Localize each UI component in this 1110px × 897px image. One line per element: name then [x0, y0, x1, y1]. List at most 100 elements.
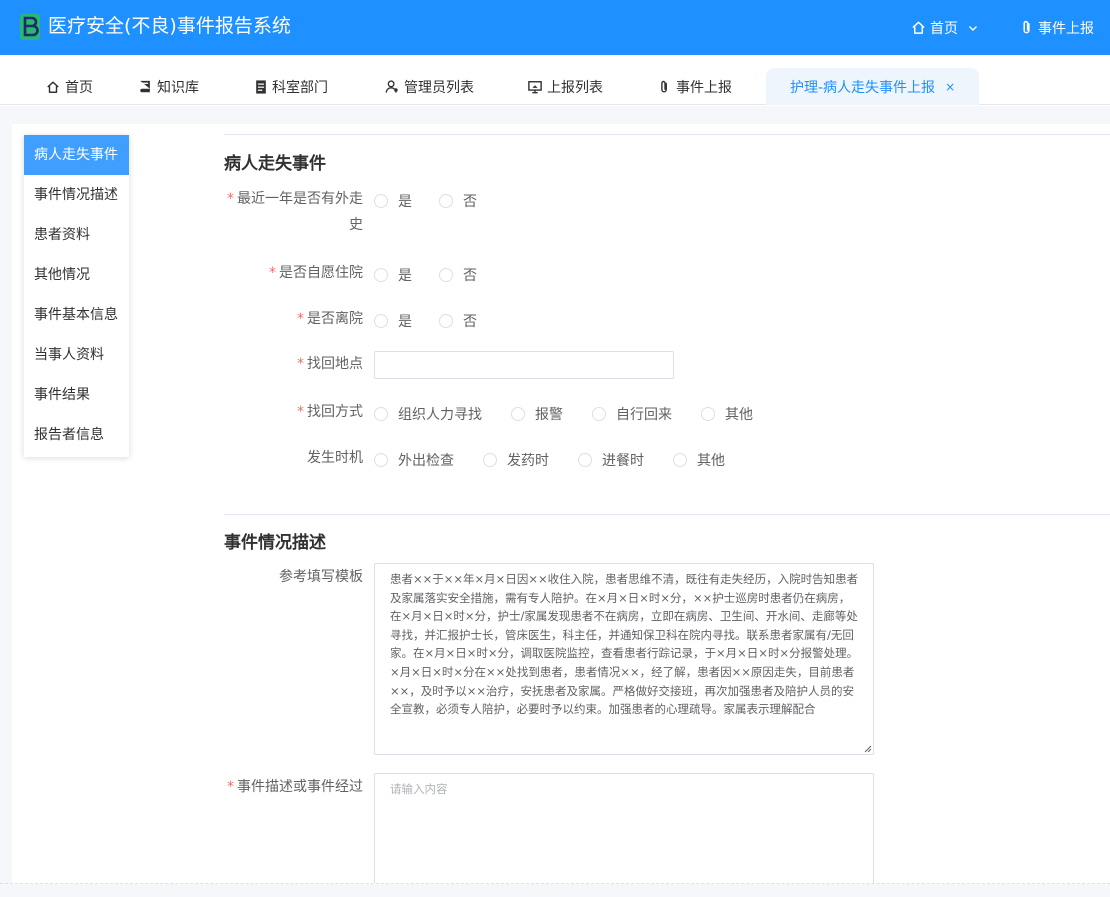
- tab-admin-list[interactable]: 管理员列表: [385, 68, 474, 105]
- radio-label: 外出检查: [398, 453, 454, 469]
- radio-circle[interactable]: [374, 268, 388, 282]
- radio-circle[interactable]: [483, 453, 497, 467]
- form-label-event-description: * 事件描述或事件经过: [227, 774, 363, 800]
- event-description-textarea[interactable]: [374, 773, 874, 883]
- paperclip-icon: [1023, 20, 1030, 34]
- radio-label: 其他: [725, 407, 753, 423]
- document-icon: [256, 79, 266, 94]
- radio-timing-meal[interactable]: 进餐时: [578, 450, 644, 470]
- form-label-voluntary-admission: * 是否自愿住院: [269, 260, 363, 286]
- anchor-item-other-situation[interactable]: 其他情况: [24, 255, 129, 295]
- radio-label: 组织人力寻找: [398, 407, 482, 423]
- section-divider: [224, 134, 1110, 135]
- tab-knowledge-base-label: 知识库: [157, 79, 199, 96]
- section-title-missing-patient: 病人走失事件: [224, 154, 326, 174]
- radio-circle[interactable]: [439, 268, 453, 282]
- top-nav-home[interactable]: 首页: [911, 18, 978, 38]
- tab-report-list[interactable]: 上报列表: [528, 68, 603, 105]
- radio-recovery-police[interactable]: 报警: [511, 404, 563, 424]
- radio-left-no[interactable]: 否: [439, 311, 477, 331]
- radio-recovery-search[interactable]: 组织人力寻找: [374, 404, 482, 424]
- tab-knowledge-base[interactable]: 知识库: [139, 68, 199, 105]
- form-panel: [12, 124, 1110, 884]
- radio-left-yes[interactable]: 是: [374, 311, 412, 331]
- radio-group-left-hospital: 是 否: [374, 311, 477, 331]
- anchor-item-reporter-info[interactable]: 报告者信息: [24, 415, 129, 455]
- required-mark: *: [269, 265, 276, 281]
- radio-label: 自行回来: [616, 407, 672, 423]
- radio-label: 发药时: [507, 453, 549, 469]
- radio-label: 是: [398, 194, 412, 210]
- radio-circle[interactable]: [511, 407, 525, 421]
- book-icon: [140, 80, 150, 92]
- bottom-divider: [0, 883, 1110, 884]
- radio-label: 是: [398, 314, 412, 330]
- chevron-down-icon: [969, 25, 977, 31]
- radio-timing-exam[interactable]: 外出检查: [374, 450, 454, 470]
- radio-circle[interactable]: [578, 453, 592, 467]
- radio-voluntary-yes[interactable]: 是: [374, 265, 412, 285]
- home-icon: [912, 21, 925, 34]
- anchor-item-party-info[interactable]: 当事人资料: [24, 335, 129, 375]
- tab-event-report-label: 事件上报: [676, 79, 732, 96]
- radio-group-voluntary-admission: 是 否: [374, 265, 477, 285]
- radio-recovery-other[interactable]: 其他: [701, 404, 753, 424]
- radio-label: 进餐时: [602, 453, 644, 469]
- form-label-event-description-text: 事件描述或事件经过: [237, 779, 363, 795]
- tab-nursing-missing-patient-label: 护理-病人走失事件上报: [790, 79, 936, 96]
- radio-circle[interactable]: [592, 407, 606, 421]
- required-mark: *: [297, 404, 304, 420]
- tabs-bar: 首页 知识库 科室部门 管理员列表 上报列表 事件上报 护理-病人走失事件上报 …: [0, 55, 1110, 105]
- radio-group-occurrence-timing: 外出检查 发药时 进餐时 其他: [374, 450, 725, 470]
- section-title-event-description: 事件情况描述: [224, 533, 326, 553]
- form-label-occurrence-timing-text: 发生时机: [307, 450, 363, 466]
- radio-recovery-self-return[interactable]: 自行回来: [592, 404, 672, 424]
- anchor-item-event-description[interactable]: 事件情况描述: [24, 175, 129, 215]
- tab-close-icon[interactable]: ×: [945, 80, 955, 94]
- radio-circle[interactable]: [374, 407, 388, 421]
- tab-departments[interactable]: 科室部门: [255, 68, 328, 105]
- required-mark: *: [297, 356, 304, 372]
- radio-circle[interactable]: [673, 453, 687, 467]
- anchor-item-event-result[interactable]: 事件结果: [24, 375, 129, 415]
- form-label-found-location-text: 找回地点: [307, 356, 363, 372]
- radio-circle[interactable]: [439, 314, 453, 328]
- radio-circle[interactable]: [374, 314, 388, 328]
- monitor-icon: [528, 80, 542, 93]
- user-icon: [385, 80, 398, 93]
- resize-handle-icon[interactable]: [862, 743, 872, 753]
- tab-home[interactable]: 首页: [46, 68, 93, 105]
- top-nav: 首页 事件上报: [911, 0, 1094, 55]
- radio-group-walkout-history: 是 否: [374, 191, 477, 211]
- radio-circle[interactable]: [374, 453, 388, 467]
- section-divider: [224, 514, 1110, 515]
- anchor-item-event-basic-info[interactable]: 事件基本信息: [24, 295, 129, 335]
- radio-timing-other[interactable]: 其他: [673, 450, 725, 470]
- radio-walkout-no[interactable]: 否: [439, 191, 477, 211]
- radio-label: 其他: [697, 453, 725, 469]
- top-nav-report[interactable]: 事件上报: [1020, 18, 1094, 38]
- anchor-item-missing-patient[interactable]: 病人走失事件: [24, 135, 129, 175]
- tab-nursing-missing-patient[interactable]: 护理-病人走失事件上报 ×: [766, 68, 980, 105]
- form-label-voluntary-admission-text: 是否自愿住院: [279, 265, 363, 281]
- radio-label: 否: [463, 268, 477, 284]
- radio-circle[interactable]: [701, 407, 715, 421]
- anchor-item-patient-info[interactable]: 患者资料: [24, 215, 129, 255]
- top-nav-home-label: 首页: [930, 20, 958, 37]
- radio-voluntary-no[interactable]: 否: [439, 265, 477, 285]
- template-textarea[interactable]: 患者××于××年×月×日因××收住入院，患者思维不清，既往有走失经历，入院时告知…: [374, 563, 874, 755]
- anchor-menu: 病人走失事件 事件情况描述 患者资料 其他情况 事件基本信息 当事人资料 事件结…: [24, 135, 129, 457]
- form-label-walkout-history-text: 最近一年是否有外走史: [237, 191, 363, 233]
- radio-walkout-yes[interactable]: 是: [374, 191, 412, 211]
- required-mark: *: [297, 311, 304, 327]
- form-label-walkout-history: * 最近一年是否有外走史: [223, 186, 363, 238]
- radio-timing-medication[interactable]: 发药时: [483, 450, 549, 470]
- tab-admin-list-label: 管理员列表: [404, 79, 474, 96]
- top-bar: 医疗安全(不良)事件报告系统 首页 事件上报: [0, 0, 1110, 55]
- form-label-recovery-method: * 找回方式: [297, 399, 363, 425]
- found-location-input[interactable]: [374, 351, 674, 379]
- tab-event-report[interactable]: 事件上报: [658, 68, 732, 105]
- form-label-left-hospital-text: 是否离院: [307, 311, 363, 327]
- radio-circle[interactable]: [374, 194, 388, 208]
- radio-circle[interactable]: [439, 194, 453, 208]
